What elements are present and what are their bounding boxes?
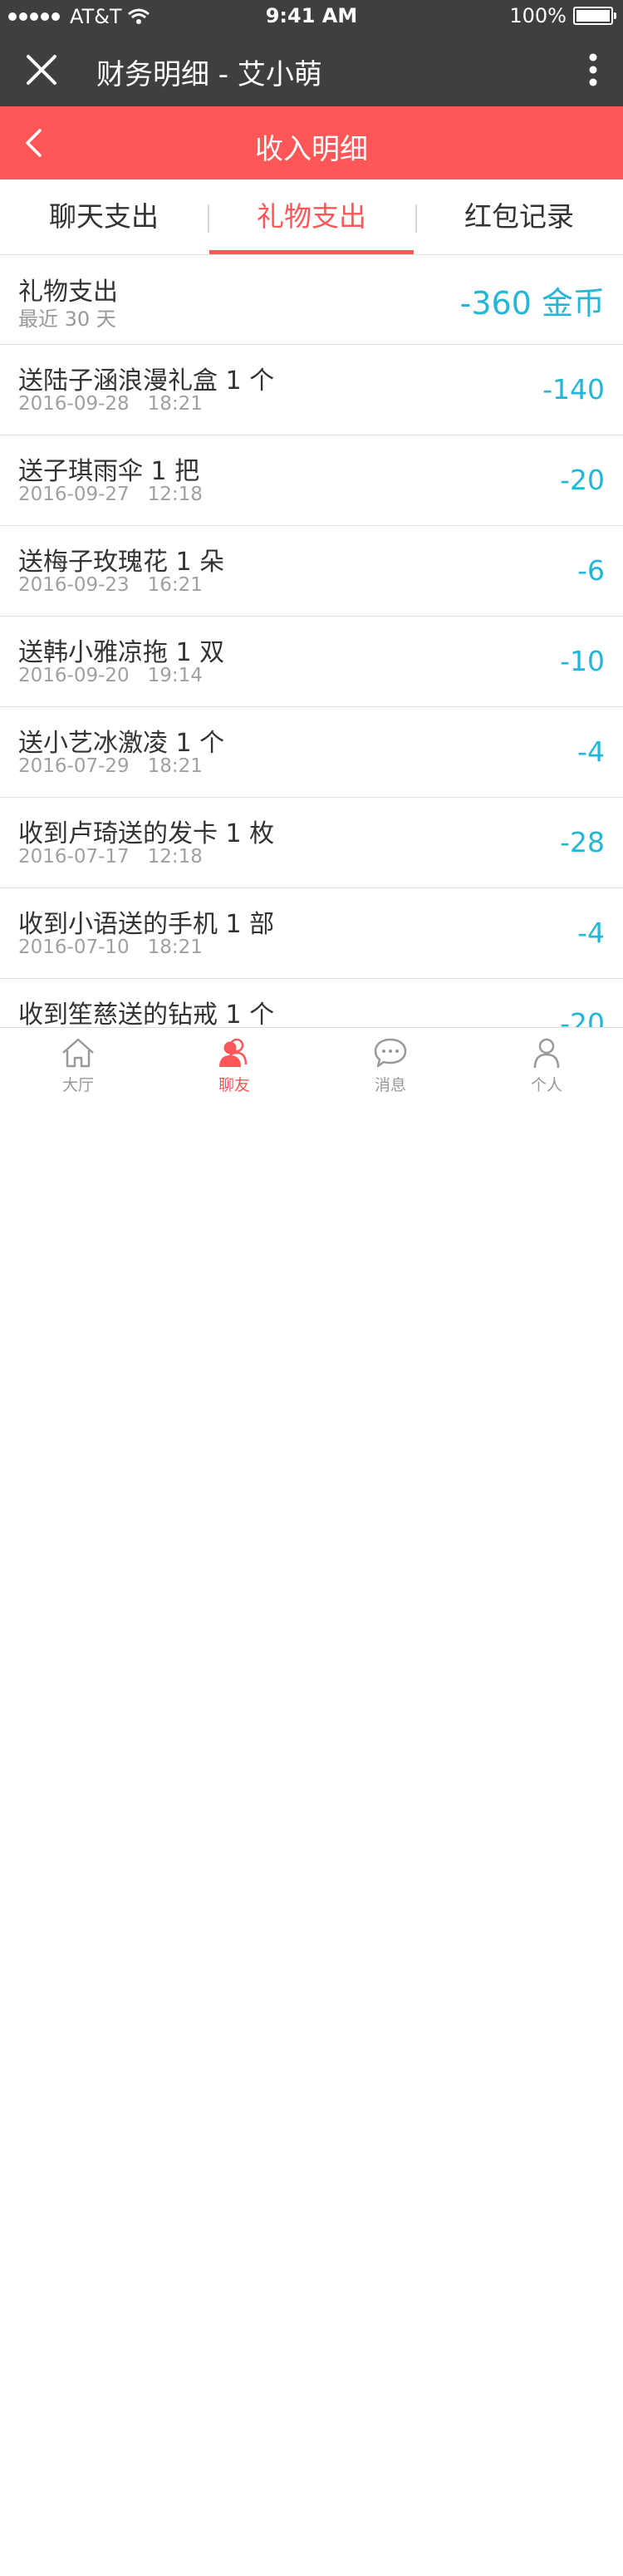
list-item[interactable]: 送子琪雨伞 1 把 2016-09-27 12:18 -20: [0, 435, 623, 526]
item-amount: -4: [577, 917, 605, 949]
summary-row: 礼物支出 最近 30 天 -360 金币: [0, 254, 623, 345]
record-list[interactable]: 礼物支出 最近 30 天 -360 金币 送陆子涵浪漫礼盒 1 个 2016-0…: [0, 254, 623, 1027]
sub-header: 收入明细: [0, 106, 623, 179]
summary-period: 最近 30 天: [18, 307, 116, 331]
bottom-nav-friends[interactable]: 聊友: [156, 1028, 312, 1109]
tab-gift-expense[interactable]: 礼物支出: [208, 179, 415, 254]
close-icon[interactable]: [25, 53, 58, 86]
item-description: 送韩小雅凉拖 1 双: [18, 638, 225, 667]
item-description: 送梅子玫瑰花 1 朵: [18, 548, 225, 577]
battery-percent: 100%: [509, 4, 567, 27]
bottom-nav-label: 聊友: [218, 1076, 250, 1094]
item-timestamp: 2016-07-10 18:21: [18, 937, 203, 958]
chat-bubble-icon: [374, 1038, 407, 1068]
status-bar: AT&T 9:41 AM 100%: [0, 0, 623, 33]
item-description: 送子琪雨伞 1 把: [18, 457, 200, 486]
bottom-nav-messages[interactable]: 消息: [312, 1028, 468, 1109]
item-timestamp: 2016-07-17 12:18: [18, 846, 203, 868]
tab-red-packet-records[interactable]: 红包记录: [415, 179, 623, 254]
item-amount: -20: [560, 464, 605, 496]
item-amount: -10: [560, 645, 605, 677]
bottom-nav-hall[interactable]: 大厅: [0, 1028, 156, 1109]
item-timestamp: 2016-07-29 18:21: [18, 755, 203, 777]
home-icon: [62, 1038, 94, 1068]
battery-icon: [573, 7, 616, 25]
item-timestamp: 2016-09-27 12:18: [18, 484, 203, 505]
list-item[interactable]: 送陆子涵浪漫礼盒 1 个 2016-09-28 18:21 -140: [0, 345, 623, 435]
item-amount: -140: [542, 373, 605, 406]
bottom-nav-label: 个人: [530, 1076, 562, 1094]
list-item[interactable]: 收到卢琦送的发卡 1 枚 2016-07-17 12:18 -28: [0, 798, 623, 888]
bottom-nav-label: 消息: [374, 1076, 406, 1094]
item-timestamp: 2016-09-23 16:21: [18, 574, 203, 596]
sub-header-title: 收入明细: [255, 133, 368, 166]
item-description: 收到卢琦送的发卡 1 枚: [18, 819, 275, 848]
list-item[interactable]: 收到小语送的手机 1 部 2016-07-10 18:21 -4: [0, 888, 623, 979]
item-amount: -4: [577, 735, 605, 768]
status-right: 100%: [509, 4, 616, 27]
item-description: 收到小语送的手机 1 部: [18, 910, 275, 939]
more-vertical-icon[interactable]: [588, 53, 598, 86]
bottom-nav-label: 大厅: [61, 1076, 94, 1094]
item-amount: -28: [560, 826, 605, 858]
item-timestamp: 2016-09-28 18:21: [18, 393, 203, 415]
top-nav-bar: 财务明细 - 艾小萌: [0, 33, 623, 106]
item-amount: -20: [560, 1007, 605, 1027]
friends-icon: [219, 1038, 248, 1067]
item-description: 送陆子涵浪漫礼盒 1 个: [18, 366, 275, 396]
bottom-nav: 大厅 聊友 消息 个人: [0, 1027, 623, 1109]
bottom-nav-profile[interactable]: 个人: [468, 1028, 623, 1109]
item-description: 收到笙慈送的钻戒 1 个: [18, 1000, 275, 1027]
list-item[interactable]: 送梅子玫瑰花 1 朵 2016-09-23 16:21 -6: [0, 526, 623, 617]
item-timestamp: 2016-09-20 19:14: [18, 665, 203, 686]
list-item[interactable]: 送小艺冰激凌 1 个 2016-07-29 18:21 -4: [0, 707, 623, 798]
person-icon: [533, 1038, 560, 1069]
list-item[interactable]: 送韩小雅凉拖 1 双 2016-09-20 19:14 -10: [0, 617, 623, 707]
summary-amount: -360 金币: [459, 285, 605, 322]
tab-bar: 聊天支出 礼物支出 红包记录: [0, 179, 623, 255]
list-item[interactable]: 收到笙慈送的钻戒 1 个 -20: [0, 979, 623, 1027]
tab-chat-expense[interactable]: 聊天支出: [0, 179, 208, 254]
page-title: 财务明细 - 艾小萌: [96, 58, 322, 91]
item-description: 送小艺冰激凌 1 个: [18, 729, 225, 758]
item-amount: -6: [577, 554, 605, 587]
